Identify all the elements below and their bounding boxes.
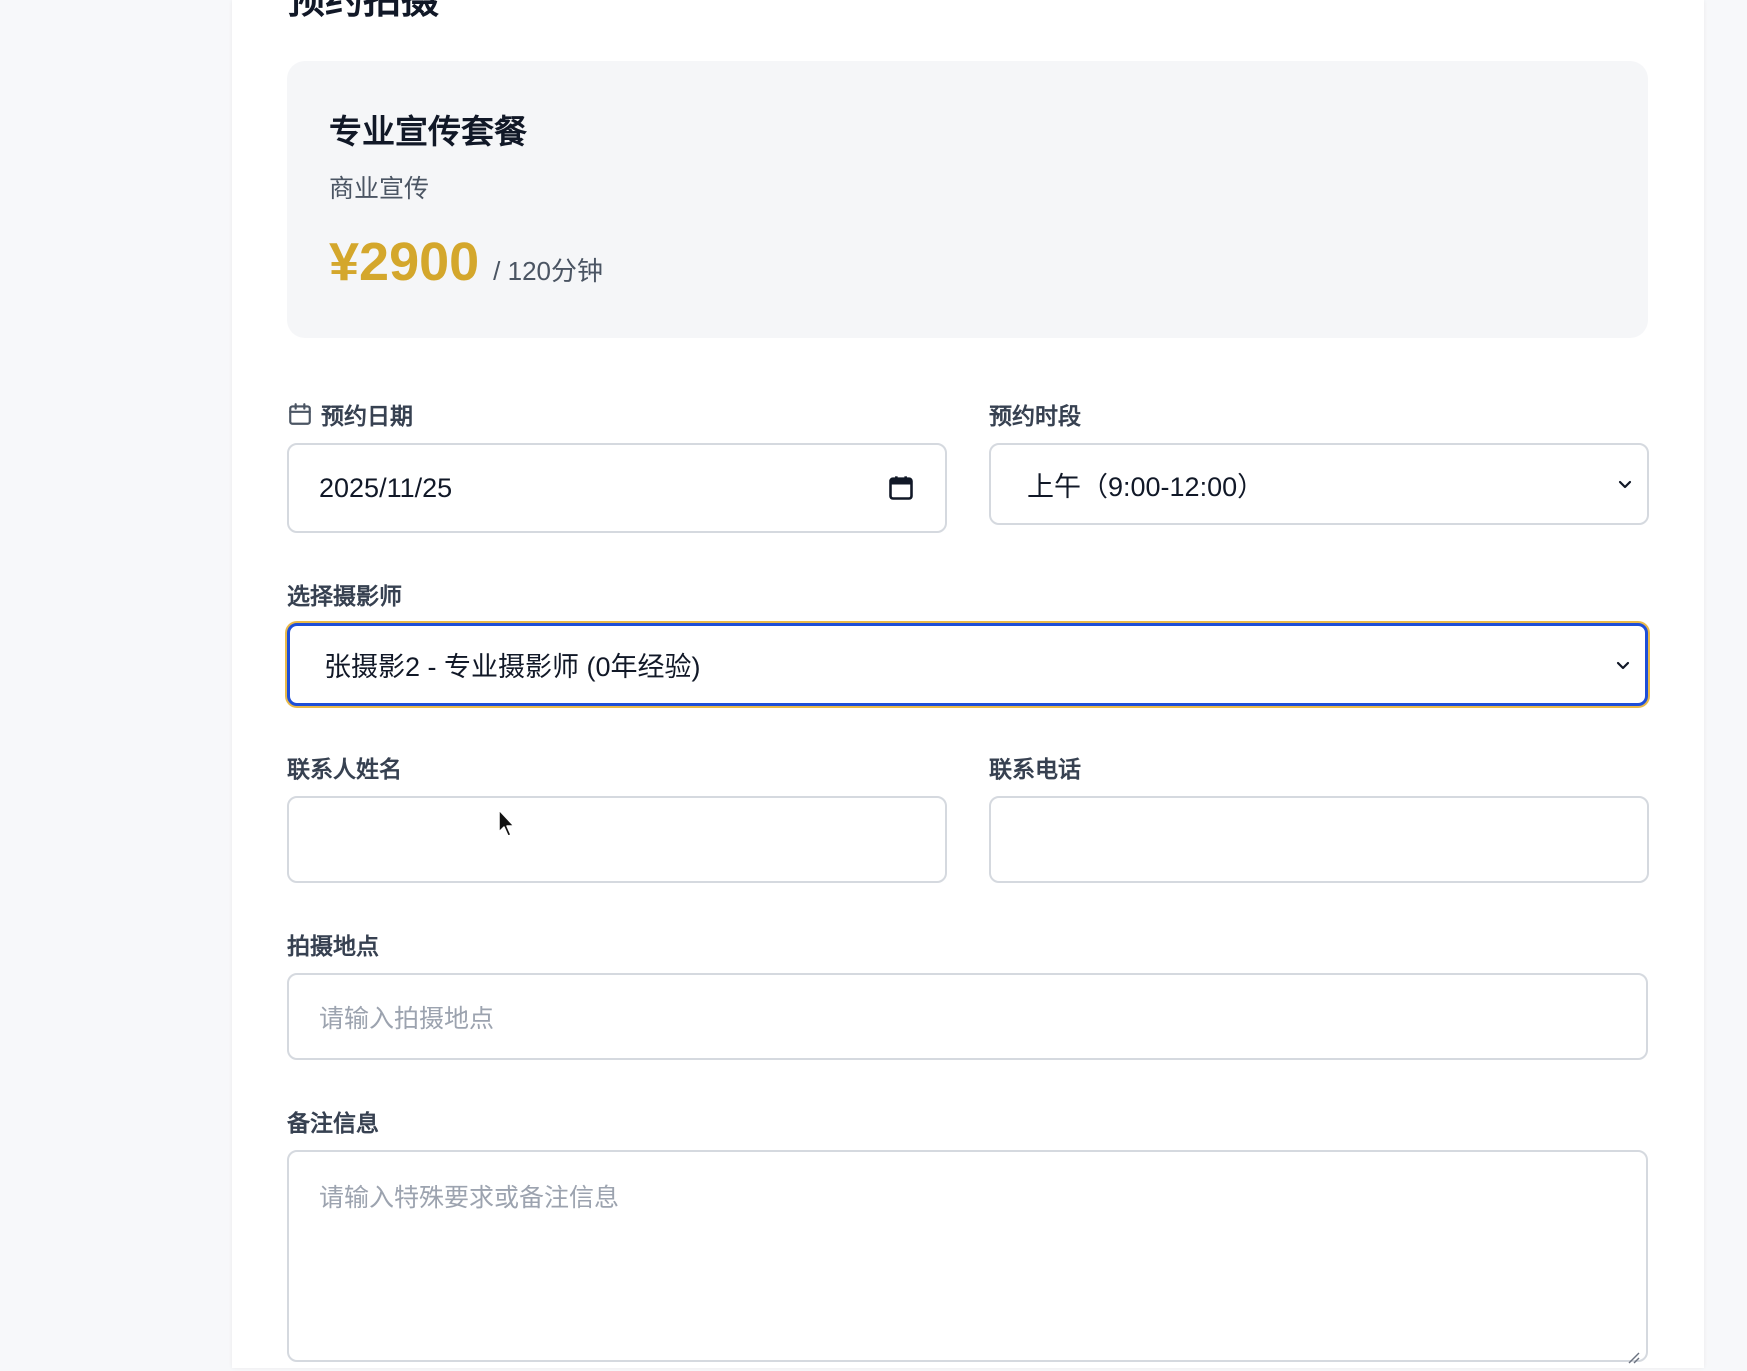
date-input[interactable]: 2025/11/25: [287, 443, 947, 533]
location-placeholder: 请输入拍摄地点: [319, 1003, 495, 1033]
package-name: 专业宣传套餐: [329, 112, 527, 151]
contact-phone-input[interactable]: [989, 796, 1649, 883]
photographer-label-text: 选择摄影师: [287, 584, 402, 610]
notes-textarea[interactable]: 请输入特殊要求或备注信息: [287, 1150, 1648, 1364]
resize-grip-icon[interactable]: [1626, 1340, 1640, 1364]
page-title: 预约拍摄: [287, 0, 439, 20]
package-price: ¥2900: [329, 232, 480, 292]
chevron-down-icon: [1613, 655, 1633, 675]
location-label-text: 拍摄地点: [287, 934, 379, 960]
time-slot-label: 预约时段: [989, 397, 1081, 431]
time-slot-select[interactable]: 上午（9:00-12:00）: [989, 443, 1649, 525]
notes-label-text: 备注信息: [287, 1111, 379, 1137]
mouse-cursor-icon: [497, 808, 517, 838]
package-duration: / 120分钟: [493, 256, 603, 286]
notes-placeholder: 请输入特殊要求或备注信息: [319, 1183, 620, 1212]
photographer-label: 选择摄影师: [287, 577, 402, 611]
date-label-text: 预约日期: [321, 404, 413, 430]
chevron-down-icon: [1615, 474, 1635, 494]
notes-label: 备注信息: [287, 1104, 379, 1138]
time-slot-label-text: 预约时段: [989, 404, 1081, 430]
package-category: 商业宣传: [329, 174, 430, 203]
package-summary: 专业宣传套餐 商业宣传 ¥2900 / 120分钟: [287, 61, 1648, 338]
date-value: 2025/11/25: [319, 472, 453, 503]
price-row: ¥2900 / 120分钟: [329, 231, 603, 293]
contact-phone-label: 联系电话: [989, 750, 1081, 784]
date-label: 预约日期: [287, 397, 413, 431]
contact-phone-label-text: 联系电话: [989, 757, 1081, 783]
calendar-picker-icon[interactable]: [887, 474, 915, 502]
time-slot-value: 上午（9:00-12:00）: [1027, 471, 1265, 502]
photographer-select[interactable]: 张摄影2 - 专业摄影师 (0年经验): [287, 623, 1648, 706]
contact-name-input[interactable]: [287, 796, 947, 883]
booking-card: 预约拍摄 专业宣传套餐 商业宣传 ¥2900 / 120分钟 预约日期 2025…: [232, 0, 1704, 1368]
contact-name-label: 联系人姓名: [287, 750, 402, 784]
photographer-value: 张摄影2 - 专业摄影师 (0年经验): [324, 652, 701, 682]
calendar-icon: [287, 401, 313, 427]
location-input[interactable]: 请输入拍摄地点: [287, 973, 1648, 1060]
contact-name-label-text: 联系人姓名: [287, 757, 402, 783]
location-label: 拍摄地点: [287, 927, 379, 961]
